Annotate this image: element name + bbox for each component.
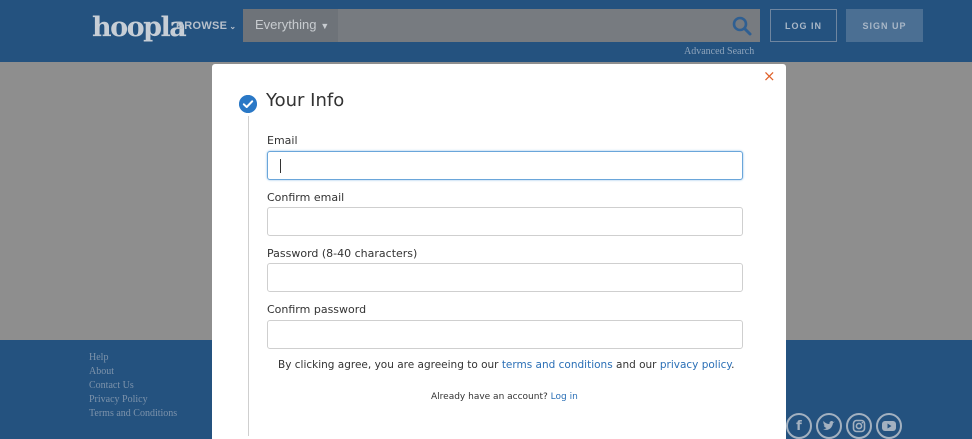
- agree-prefix: By clicking agree, you are agreeing to o…: [278, 359, 502, 371]
- confirm-password-label: Confirm password: [267, 303, 367, 316]
- footer-link-contact[interactable]: Contact Us: [89, 379, 177, 393]
- agree-middle: and our: [612, 359, 660, 371]
- search-input[interactable]: [338, 9, 728, 42]
- search-bar: Everything ▼: [243, 9, 760, 42]
- confirm-password-field[interactable]: [267, 320, 743, 349]
- facebook-icon[interactable]: f: [786, 413, 812, 439]
- modal-title: Your Info: [266, 90, 345, 111]
- browse-label: BROWSE: [176, 20, 228, 32]
- footer-link-help[interactable]: Help: [89, 351, 177, 365]
- youtube-icon[interactable]: [876, 413, 902, 439]
- text-cursor: [280, 159, 281, 173]
- signup-button[interactable]: SIGN UP: [846, 9, 923, 42]
- password-label: Password (8-40 characters): [267, 247, 418, 260]
- agree-suffix: .: [731, 359, 735, 371]
- privacy-link[interactable]: privacy policy: [660, 359, 731, 371]
- your-info-modal: × Your Info Email Confirm email Password…: [212, 64, 786, 439]
- email-field[interactable]: [267, 151, 743, 180]
- footer-link-about[interactable]: About: [89, 365, 177, 379]
- search-category-select[interactable]: Everything ▼: [243, 9, 338, 42]
- search-category-label: Everything: [255, 17, 317, 32]
- advanced-search-link[interactable]: Advanced Search: [684, 46, 754, 57]
- already-prefix: Already have an account?: [431, 392, 551, 402]
- terms-link[interactable]: terms and conditions: [502, 359, 613, 371]
- login-button[interactable]: LOG IN: [770, 9, 837, 42]
- step-progress-line: [248, 116, 249, 436]
- login-link[interactable]: Log in: [551, 392, 578, 402]
- password-field[interactable]: [267, 263, 743, 292]
- search-icon[interactable]: [731, 15, 753, 37]
- instagram-icon[interactable]: [846, 413, 872, 439]
- agreement-text: By clicking agree, you are agreeing to o…: [278, 359, 734, 371]
- already-account-text: Already have an account? Log in: [431, 392, 578, 402]
- confirm-email-label: Confirm email: [267, 191, 345, 204]
- twitter-icon[interactable]: [816, 413, 842, 439]
- footer-links: Help About Contact Us Privacy Policy Ter…: [89, 351, 177, 421]
- confirm-email-field[interactable]: [267, 207, 743, 236]
- footer-link-terms[interactable]: Terms and Conditions: [89, 407, 177, 421]
- check-circle-icon: [239, 95, 257, 113]
- hoopla-logo[interactable]: hoopla: [92, 12, 187, 43]
- caret-down-icon: ▼: [320, 21, 330, 31]
- browse-menu[interactable]: BROWSE ⌄: [176, 20, 236, 32]
- chevron-down-icon: ⌄: [229, 22, 237, 31]
- close-icon[interactable]: ×: [763, 67, 776, 85]
- email-label: Email: [267, 134, 298, 147]
- footer-link-privacy[interactable]: Privacy Policy: [89, 393, 177, 407]
